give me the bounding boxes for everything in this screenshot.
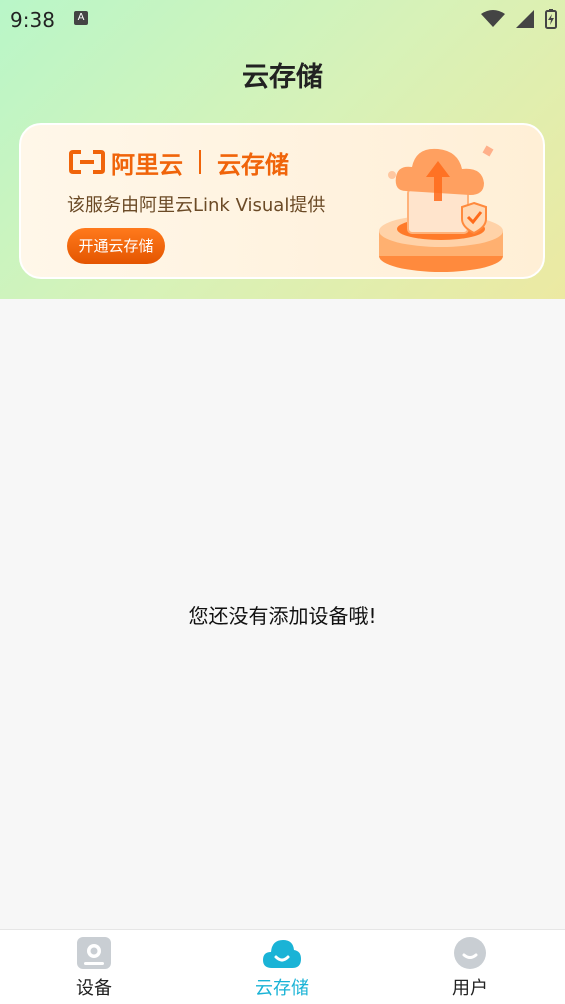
nav-item-user[interactable]: 用户: [415, 936, 525, 1000]
status-time: 9:38: [10, 8, 55, 32]
user-icon: [454, 937, 486, 969]
notification-a-icon: A: [74, 11, 88, 25]
aliyun-banner[interactable]: 阿里云 云存储 该服务由阿里云Link Visual提供 开通云存储: [19, 123, 545, 279]
status-icons: [475, 8, 557, 29]
banner-description: 该服务由阿里云Link Visual提供: [67, 195, 326, 216]
device-icon: [77, 937, 111, 969]
nav-label-devices: 设备: [76, 978, 112, 999]
battery-charging-icon: [545, 8, 557, 29]
cloud-storage-illustration: [379, 145, 503, 272]
brand-name: 阿里云: [111, 150, 183, 179]
wifi-icon: [480, 9, 505, 27]
empty-state-message: 您还没有添加设备哦!: [188, 604, 377, 628]
nav-item-cloud-storage[interactable]: 云存储: [227, 936, 337, 1000]
status-bar: 9:38 A: [0, 0, 565, 38]
brand-row: 阿里云 云存储: [69, 145, 289, 179]
aliyun-logo-icon: [69, 150, 105, 174]
open-cloud-storage-button[interactable]: 开通云存储: [67, 228, 165, 264]
bottom-nav: 设备 云存储 用户: [0, 929, 565, 1004]
nav-item-devices[interactable]: 设备: [39, 936, 149, 1000]
signal-icon: [515, 9, 534, 28]
page-title: 云存储: [242, 62, 323, 93]
brand-product-name: 云存储: [217, 150, 289, 179]
cloud-icon: [263, 940, 301, 968]
nav-label-cloud-storage: 云存储: [255, 978, 309, 999]
brand-divider: [199, 150, 201, 174]
nav-label-user: 用户: [452, 978, 488, 999]
